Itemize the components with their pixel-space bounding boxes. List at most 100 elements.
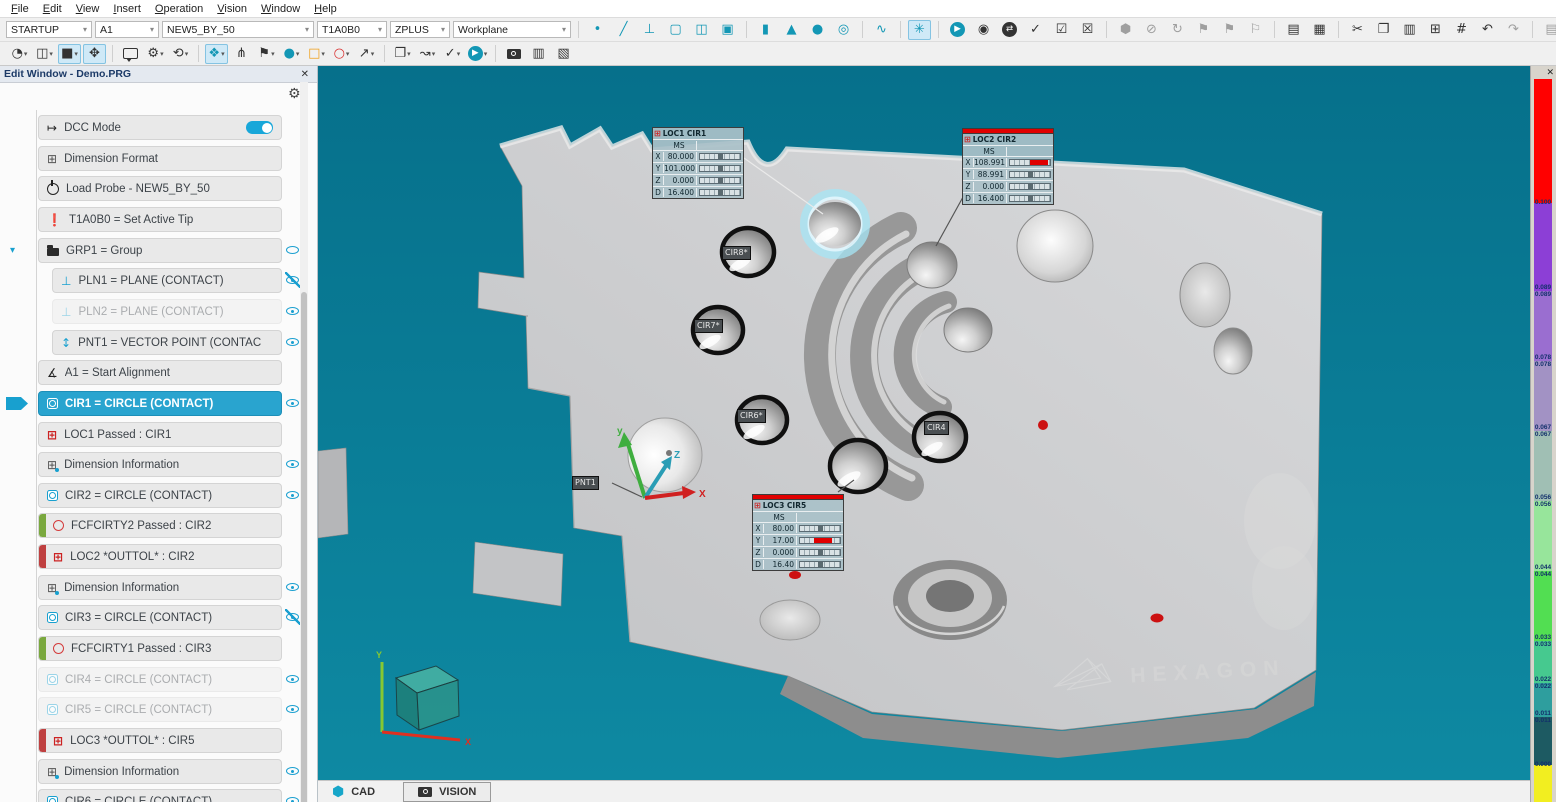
menu-vision[interactable]: Vision [210,2,254,16]
tree-expander-icon[interactable]: ▾ [10,245,15,256]
feature-label-pnt1[interactable]: PNT1 [572,476,599,490]
dropdown-a1[interactable]: A1▾ [95,21,159,38]
visibility-icon[interactable] [285,701,301,717]
probe-options-button[interactable]: ⋔ [230,44,253,64]
continue-button[interactable]: ↻ [1166,20,1189,40]
sync-button[interactable]: ⇄ [998,20,1021,40]
profile-dropdown-arrow[interactable]: ▾ [371,50,375,58]
view-orientation-dropdown-arrow[interactable]: ▾ [24,50,28,58]
copy-view-dropdown-arrow[interactable]: ▾ [407,50,411,58]
feature-square-button[interactable]: ▣ [716,20,739,40]
sidebar-item-t1a0b0-set-active-tip[interactable]: ❗T1A0B0 = Set Active Tip [38,207,282,232]
menu-view[interactable]: View [69,2,107,16]
view-orientation-button[interactable]: ◔▾ [8,44,31,64]
cut-button[interactable]: ✂ [1346,20,1369,40]
close-icon[interactable]: ✕ [1546,68,1554,78]
bookmark-slash-button[interactable]: ⚐ [1244,20,1267,40]
point-button[interactable]: • [586,20,609,40]
pan-button[interactable]: ✥ [83,44,106,64]
dropdown-zplus[interactable]: ZPLUS▾ [390,21,450,38]
cad-sphere-button[interactable]: ●▾ [280,44,303,64]
profile-button[interactable]: ↗▾ [355,44,378,64]
menu-file[interactable]: File [4,2,36,16]
execute-check-button[interactable]: ✓▾ [441,44,464,64]
sidebar-item-dimension-information[interactable]: ⊞Dimension Information [38,452,282,477]
dropdown-new5-by-50[interactable]: NEW5_BY_50▾ [162,21,314,38]
doc-slash-button[interactable]: ☒ [1076,20,1099,40]
group-visibility-icon[interactable] [285,242,301,258]
sidebar-item-cir4-circle-contact[interactable]: CIR4 = CIRCLE (CONTACT) [38,667,282,692]
execute-play-dropdown-arrow[interactable]: ▾ [484,50,488,58]
plane-button[interactable]: ⊥ [638,20,661,40]
cylinder-button[interactable]: ▮ [754,20,777,40]
check-button[interactable]: ✓ [1024,20,1047,40]
visibility-icon[interactable] [285,303,301,319]
sidebar-item-fcfcirty1-passed-cir3[interactable]: FCFCIRTY1 Passed : CIR3 [38,636,282,661]
curve-button[interactable]: ∿ [870,20,893,40]
auto-feature-button[interactable]: ✳ [908,20,931,40]
path-button[interactable]: ↝▾ [416,44,439,64]
feature-label-cir4[interactable]: CIR4 [924,421,949,435]
sidebar-item-cir2-circle-contact[interactable]: CIR2 = CIRCLE (CONTACT) [38,483,282,508]
play-button[interactable]: ▶ [946,20,969,40]
path-dropdown-arrow[interactable]: ▾ [432,50,436,58]
sphere-button[interactable]: ● [806,20,829,40]
copy-button[interactable]: ❐ [1372,20,1395,40]
close-icon[interactable]: ✕ [297,69,313,80]
report-list-button[interactable]: ▤ [1282,20,1305,40]
sidebar-item-dcc-mode[interactable]: ↦DCC Mode [38,115,282,140]
rotate-dropdown-arrow[interactable]: ▾ [185,50,189,58]
execute-play-button[interactable]: ▶▾ [466,44,489,64]
feature-slot-button[interactable]: ◫ [690,20,713,40]
strategy-button[interactable]: ⚑▾ [255,44,278,64]
dropdown-startup[interactable]: STARTUP▾ [6,21,92,38]
probe-readout-button[interactable]: ❖▾ [205,44,228,64]
menu-insert[interactable]: Insert [106,2,148,16]
feature-rect-button[interactable]: ▢ [664,20,687,40]
visibility-icon[interactable] [285,763,301,779]
tab-cad[interactable]: ⬢ CAD [318,781,389,802]
sidebar-item-dimension-information[interactable]: ⊞Dimension Information [38,575,282,600]
dropdown-t1a0b0[interactable]: T1A0B0▾ [317,21,387,38]
line-button[interactable]: ╱ [612,20,635,40]
copy-view-button[interactable]: ❐▾ [391,44,414,64]
dimension-dropdown-arrow[interactable]: ▾ [346,50,350,58]
sidebar-item-cir3-circle-contact[interactable]: CIR3 = CIRCLE (CONTACT) [38,605,282,630]
sidebar-item-loc2-outtol-cir2[interactable]: ⊞LOC2 *OUTTOL* : CIR2 [38,544,282,569]
bookmark-down-button[interactable]: ⚑ [1218,20,1241,40]
sidebar-item-dimension-information[interactable]: ⊞Dimension Information [38,759,282,784]
torus-button[interactable]: ◎ [832,20,855,40]
visibility-icon[interactable] [285,671,301,687]
paste-button[interactable]: ▥ [1398,20,1421,40]
rotate-button[interactable]: ⟲▾ [169,44,192,64]
snapshot-button[interactable] [502,44,525,64]
undo-button[interactable]: ↶ [1476,20,1499,40]
stop-button[interactable]: ⬢ [1114,20,1137,40]
tab-vision[interactable]: VISION [403,782,491,802]
sidebar-item-cir1-circle-contact[interactable]: CIR1 = CIRCLE (CONTACT) [38,391,282,416]
bookmark-button[interactable]: ⚑ [1192,20,1215,40]
redo-button[interactable]: ↷ [1502,20,1525,40]
visibility-icon[interactable] [285,456,301,472]
visibility-icon[interactable] [285,793,301,802]
insert-hits-button[interactable]: ◉ [972,20,995,40]
stop-slash-button[interactable]: ⊘ [1140,20,1163,40]
comment-button[interactable] [119,44,142,64]
visibility-off-icon[interactable] [285,272,301,288]
visibility-icon[interactable] [285,579,301,595]
visibility-icon[interactable] [285,334,301,350]
gage-dropdown-arrow[interactable]: ▾ [321,50,325,58]
visibility-icon[interactable] [285,395,301,411]
sidebar-item-dimension-format[interactable]: ⊞Dimension Format [38,146,282,171]
wireframe-view-button[interactable]: ◫▾ [33,44,56,64]
grid-button[interactable]: # [1450,20,1473,40]
sidebar-item-pnt1-vector-point-contac[interactable]: ↕PNT1 = VECTOR POINT (CONTAC [52,330,282,355]
doc-check-button[interactable]: ☑ [1050,20,1073,40]
probe-readout-dropdown-arrow[interactable]: ▾ [221,50,225,58]
report-table-button[interactable]: ▦ [1308,20,1331,40]
cone-button[interactable]: ▲ [780,20,803,40]
visibility-icon[interactable] [285,487,301,503]
pattern-button[interactable]: ⊞ [1424,20,1447,40]
sidebar-item-loc3-outtol-cir5[interactable]: ⊞LOC3 *OUTTOL* : CIR5 [38,728,282,753]
sidebar-item-pln2-plane-contact[interactable]: ⊥PLN2 = PLANE (CONTACT) [52,299,282,324]
